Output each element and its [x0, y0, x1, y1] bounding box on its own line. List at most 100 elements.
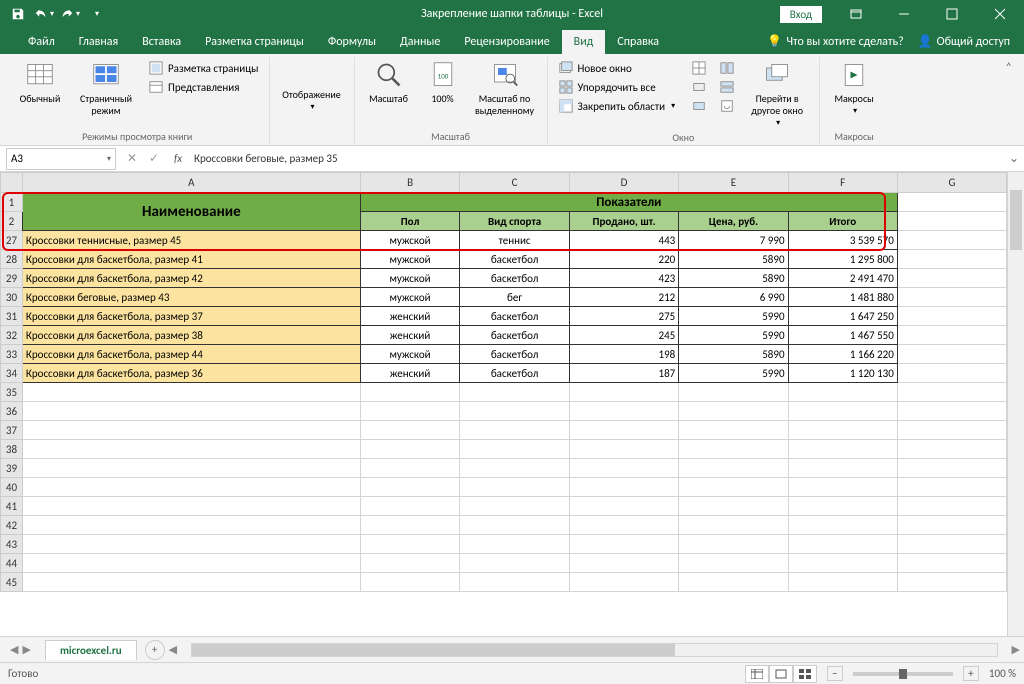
- close-icon[interactable]: [978, 0, 1022, 28]
- view-normal-icon[interactable]: [745, 665, 769, 683]
- vertical-scrollbar[interactable]: [1007, 172, 1024, 636]
- scroll-left-icon[interactable]: ◀: [169, 643, 177, 656]
- cell-G37[interactable]: [897, 421, 1006, 440]
- col-header-B[interactable]: B: [360, 173, 460, 193]
- cell-F40[interactable]: [788, 478, 897, 497]
- col-header-F[interactable]: F: [788, 173, 897, 193]
- page-layout-button[interactable]: Разметка страницы: [144, 59, 263, 77]
- cell-B33[interactable]: мужской: [360, 345, 460, 364]
- cell-A39[interactable]: [22, 459, 360, 478]
- hide-button[interactable]: [687, 78, 711, 96]
- cell-G34[interactable]: [897, 364, 1006, 383]
- cell-D45[interactable]: [569, 573, 678, 592]
- cell-C27[interactable]: теннис: [460, 231, 570, 250]
- cell-G30[interactable]: [897, 288, 1006, 307]
- cell-E44[interactable]: [679, 554, 788, 573]
- new-sheet-button[interactable]: +: [145, 640, 165, 660]
- cell-F30[interactable]: 1 481 880: [788, 288, 897, 307]
- cell-D35[interactable]: [569, 383, 678, 402]
- enter-icon[interactable]: ✓: [144, 149, 164, 169]
- cell-G31[interactable]: [897, 307, 1006, 326]
- tell-me[interactable]: 💡Что вы хотите сделать?: [767, 34, 903, 49]
- cell-E35[interactable]: [679, 383, 788, 402]
- cell-G44[interactable]: [897, 554, 1006, 573]
- row-header-31[interactable]: 31: [1, 307, 23, 326]
- switch-windows-button[interactable]: Перейти в другое окно▾: [741, 57, 813, 131]
- cell-A37[interactable]: [22, 421, 360, 440]
- cell-A44[interactable]: [22, 554, 360, 573]
- tab-формулы[interactable]: Формулы: [316, 30, 388, 54]
- cell-F32[interactable]: 1 467 550: [788, 326, 897, 345]
- cell-B43[interactable]: [360, 535, 460, 554]
- cell-F29[interactable]: 2 491 470: [788, 269, 897, 288]
- collapse-ribbon-icon[interactable]: ˄: [1000, 57, 1018, 145]
- tab-главная[interactable]: Главная: [67, 30, 130, 54]
- ribbon-options-icon[interactable]: [834, 0, 878, 28]
- cell-A41[interactable]: [22, 497, 360, 516]
- row-header-39[interactable]: 39: [1, 459, 23, 478]
- cell-F31[interactable]: 1 647 250: [788, 307, 897, 326]
- reset-pos-button[interactable]: [715, 97, 739, 115]
- cell-C34[interactable]: баскетбол: [460, 364, 570, 383]
- normal-view-button[interactable]: Обычный: [12, 57, 68, 107]
- cell-E45[interactable]: [679, 573, 788, 592]
- cell-B39[interactable]: [360, 459, 460, 478]
- row-header-1[interactable]: 1: [1, 193, 23, 212]
- cell-F35[interactable]: [788, 383, 897, 402]
- zoom-button[interactable]: Масштаб: [361, 57, 417, 107]
- row-header-40[interactable]: 40: [1, 478, 23, 497]
- cell-E39[interactable]: [679, 459, 788, 478]
- side-by-side-button[interactable]: [715, 78, 739, 96]
- cell-B31[interactable]: женский: [360, 307, 460, 326]
- sync-scroll-button[interactable]: [715, 59, 739, 77]
- cell-B32[interactable]: женский: [360, 326, 460, 345]
- cell-F38[interactable]: [788, 440, 897, 459]
- tab-nav[interactable]: ◀▶: [0, 643, 41, 656]
- cell-E29[interactable]: 5890: [679, 269, 788, 288]
- cell-D41[interactable]: [569, 497, 678, 516]
- row-header-34[interactable]: 34: [1, 364, 23, 383]
- cell-G38[interactable]: [897, 440, 1006, 459]
- cell-A43[interactable]: [22, 535, 360, 554]
- cell-E31[interactable]: 5990: [679, 307, 788, 326]
- cell-E37[interactable]: [679, 421, 788, 440]
- cell-C41[interactable]: [460, 497, 570, 516]
- col-header-E[interactable]: E: [679, 173, 788, 193]
- grid[interactable]: ABCDEFG1НаименованиеПоказатели2ПолВид сп…: [0, 172, 1007, 636]
- cell-D31[interactable]: 275: [569, 307, 678, 326]
- cell-D34[interactable]: 187: [569, 364, 678, 383]
- tab-рецензирование[interactable]: Рецензирование: [452, 30, 561, 54]
- cell-E32[interactable]: 5990: [679, 326, 788, 345]
- cell-A28[interactable]: Кроссовки для баскетбола, размер 41: [22, 250, 360, 269]
- select-all[interactable]: [1, 173, 23, 193]
- cell-D38[interactable]: [569, 440, 678, 459]
- col-header-G[interactable]: G: [897, 173, 1006, 193]
- cell-F39[interactable]: [788, 459, 897, 478]
- cell-C33[interactable]: баскетбол: [460, 345, 570, 364]
- col-header-C[interactable]: C: [460, 173, 570, 193]
- cell-G35[interactable]: [897, 383, 1006, 402]
- col-header-A[interactable]: A: [22, 173, 360, 193]
- header-sold[interactable]: Продано, шт.: [569, 212, 678, 231]
- header-sport[interactable]: Вид спорта: [460, 212, 570, 231]
- cell-B38[interactable]: [360, 440, 460, 459]
- scrollbar-thumb[interactable]: [1010, 190, 1022, 250]
- cell-A27[interactable]: Кроссовки теннисные, размер 45: [22, 231, 360, 250]
- tab-вставка[interactable]: Вставка: [130, 30, 193, 54]
- cell-A42[interactable]: [22, 516, 360, 535]
- cell-E43[interactable]: [679, 535, 788, 554]
- share-button[interactable]: 👤Общий доступ: [918, 34, 1010, 49]
- cell-B27[interactable]: мужской: [360, 231, 460, 250]
- cell-A30[interactable]: Кроссовки беговые, размер 43: [22, 288, 360, 307]
- expand-formula-icon[interactable]: ⌄: [1004, 151, 1024, 166]
- minimize-icon[interactable]: [882, 0, 926, 28]
- fx-icon[interactable]: fx: [166, 149, 186, 169]
- view-pagebreak-icon[interactable]: [793, 665, 817, 683]
- cell-C44[interactable]: [460, 554, 570, 573]
- cell-C43[interactable]: [460, 535, 570, 554]
- cell-F43[interactable]: [788, 535, 897, 554]
- qat-customize-icon[interactable]: ▾: [84, 2, 108, 26]
- unhide-button[interactable]: [687, 97, 711, 115]
- horizontal-scrollbar[interactable]: ◀▶: [165, 643, 1024, 657]
- cell-F42[interactable]: [788, 516, 897, 535]
